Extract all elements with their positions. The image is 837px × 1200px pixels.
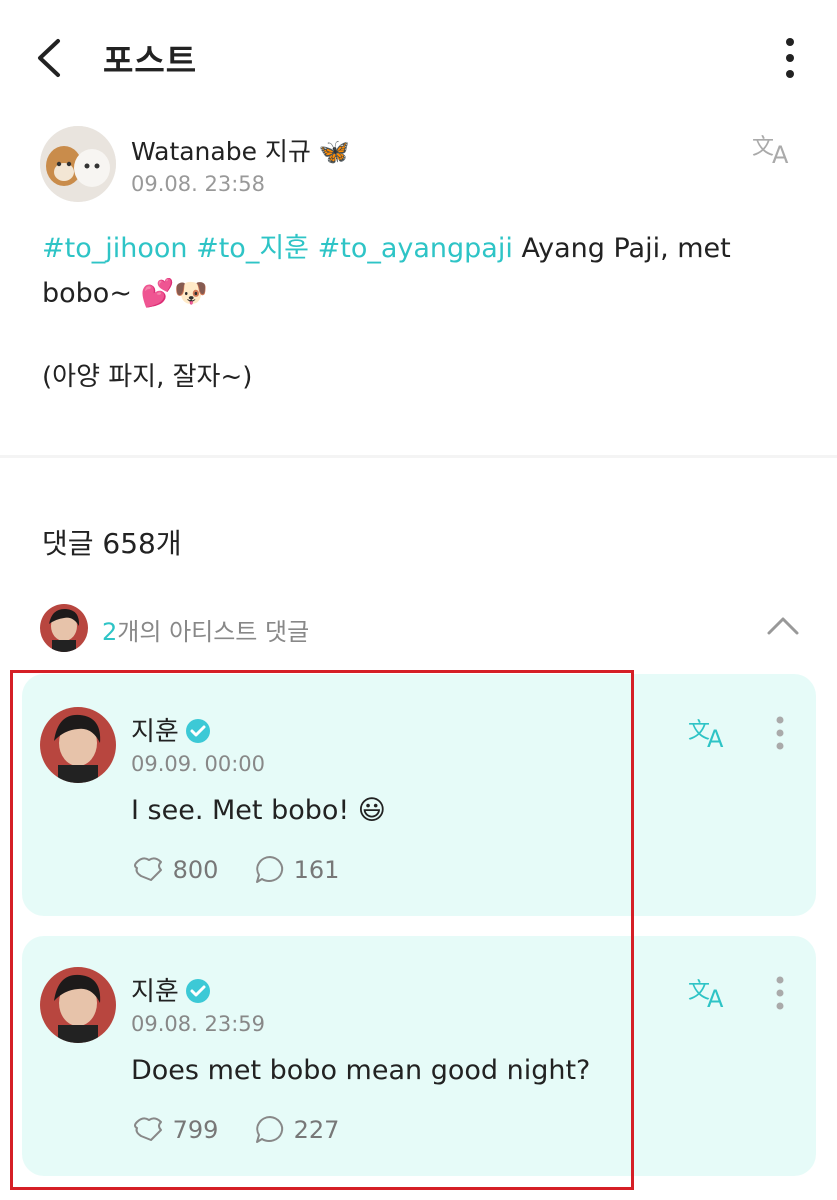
translate-icon: 文 A xyxy=(688,979,724,1013)
artist-comments-label: 개의 아티스트 댓글 xyxy=(117,618,310,646)
post-text-line: bobo~ 💕🐶 xyxy=(42,278,208,309)
post-author-name[interactable]: Watanabe 지규 🦋 xyxy=(131,132,350,168)
translate-button[interactable]: 文 A xyxy=(752,130,798,169)
hashtag-link[interactable]: #to_ayangpaji xyxy=(318,233,513,264)
chevron-up-icon xyxy=(767,617,799,635)
divider xyxy=(0,455,837,458)
comment-more-button[interactable] xyxy=(774,976,786,1014)
post-text-sub: (아양 파지, 잘자~) xyxy=(42,362,253,392)
more-vertical-icon xyxy=(780,38,800,78)
svg-text:文: 文 xyxy=(752,135,774,160)
post-author-avatar[interactable] xyxy=(40,126,116,202)
translate-icon: 文 A xyxy=(688,719,724,753)
svg-text:A: A xyxy=(707,985,724,1010)
page-title: 포스트 xyxy=(103,41,198,80)
more-vertical-icon xyxy=(776,716,784,750)
svg-text:A: A xyxy=(772,141,789,166)
dog-avatar-image xyxy=(40,126,116,202)
hashtag-link[interactable]: #to_jihoon xyxy=(42,233,188,264)
post-text-line: Ayang Paji, met xyxy=(521,233,731,264)
svg-text:A: A xyxy=(707,725,724,750)
more-options-button[interactable] xyxy=(780,38,800,80)
more-vertical-icon xyxy=(776,976,784,1010)
translate-button[interactable]: 文 A xyxy=(688,974,732,1014)
artist-comment-count: 2 xyxy=(102,618,118,646)
post-body: #to_jihoon #to_지훈 #to_ayangpaji Ayang Pa… xyxy=(42,226,782,316)
chevron-left-icon xyxy=(38,39,60,77)
post-date: 09.08. 23:58 xyxy=(131,172,265,196)
collapse-button[interactable] xyxy=(766,614,800,636)
artist-avatar-image xyxy=(40,604,88,652)
highlight-box xyxy=(10,670,634,1190)
back-button[interactable] xyxy=(34,38,64,78)
hashtag-link[interactable]: #to_지훈 xyxy=(196,233,309,264)
artist-avatar xyxy=(40,604,88,652)
comments-count: 댓글 658개 xyxy=(42,527,182,560)
artist-comments-toggle[interactable]: 2개의 아티스트 댓글 xyxy=(102,612,309,647)
translate-button[interactable]: 文 A xyxy=(688,714,732,754)
comment-more-button[interactable] xyxy=(774,716,786,754)
translate-icon: 文 A xyxy=(752,135,789,169)
